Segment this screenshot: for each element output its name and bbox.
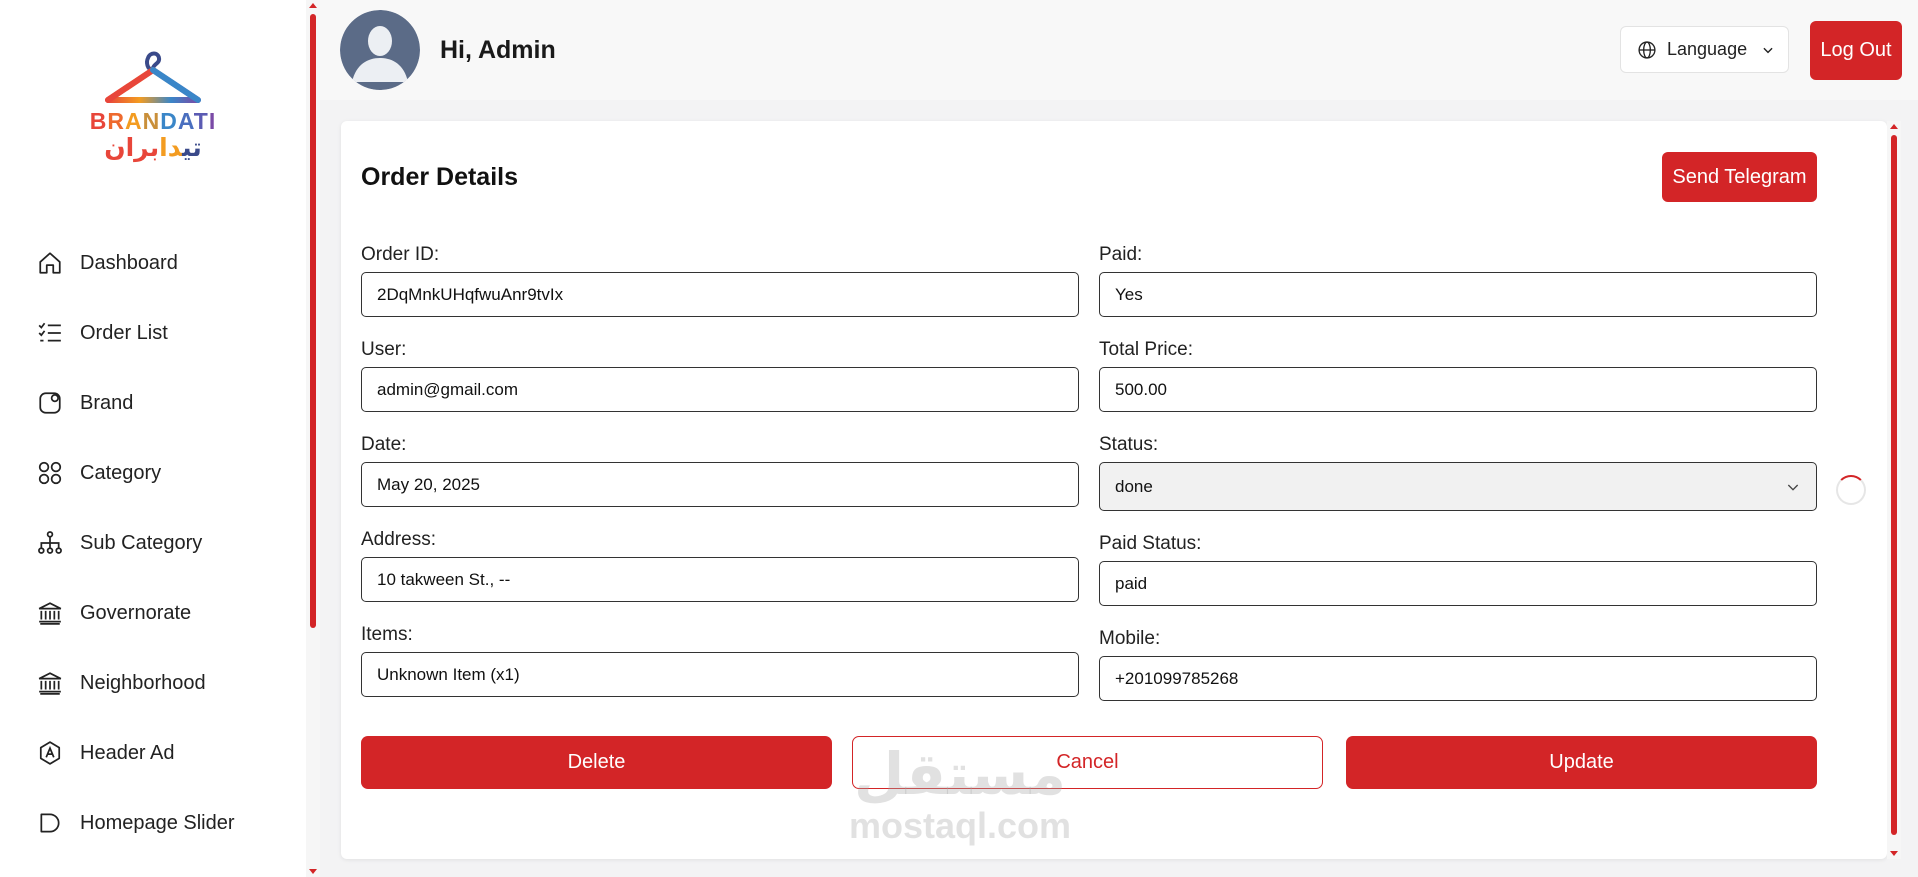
- field-label: User:: [361, 339, 407, 360]
- mobile-input[interactable]: +201099785268: [1099, 656, 1817, 701]
- status-field: Status: done: [1099, 434, 1817, 511]
- grid-icon: [35, 458, 65, 488]
- chevron-down-icon: [1787, 484, 1799, 491]
- sidebar-item-homepage-slider[interactable]: Homepage Slider: [0, 788, 306, 858]
- sidebar-item-dashboard[interactable]: Dashboard: [0, 228, 306, 298]
- paid-field: Paid: Yes: [1099, 244, 1817, 317]
- user-input[interactable]: admin@gmail.com: [361, 367, 1079, 412]
- sidebar-item-governorate[interactable]: Governorate: [0, 578, 306, 648]
- paid-status-input[interactable]: paid: [1099, 561, 1817, 606]
- scroll-up-arrow-icon[interactable]: [309, 3, 317, 8]
- send-telegram-button[interactable]: Send Telegram: [1662, 152, 1817, 202]
- user-avatar-icon: [340, 10, 420, 90]
- brand-name-ar: تيدابران: [104, 133, 202, 162]
- paid-input[interactable]: Yes: [1099, 272, 1817, 317]
- field-label: Date:: [361, 434, 407, 455]
- sidebar-item-header-ad[interactable]: Header Ad: [0, 718, 306, 788]
- field-label: Paid:: [1099, 244, 1143, 265]
- status-select[interactable]: done: [1099, 462, 1817, 511]
- field-label: Paid Status:: [1099, 533, 1202, 554]
- sidebar-item-label: Dashboard: [80, 251, 178, 274]
- sidebar-item-label: Header Ad: [80, 741, 175, 764]
- sidebar-item-neighborhood[interactable]: Neighborhood: [0, 648, 306, 718]
- field-label: Items:: [361, 624, 413, 645]
- sidebar-scrollbar-thumb[interactable]: [310, 14, 316, 628]
- total-price-field: Total Price: 500.00: [1099, 339, 1817, 412]
- hanger-icon: [105, 51, 201, 103]
- scroll-down-arrow-icon[interactable]: [1890, 851, 1898, 856]
- globe-icon: [1638, 40, 1656, 59]
- content-scrollbar[interactable]: [1887, 121, 1901, 859]
- paid-status-field: Paid Status: paid: [1099, 533, 1817, 606]
- order-id-field: Order ID: 2DqMnkUHqfwuAnr9tvIx: [361, 244, 1079, 317]
- update-button[interactable]: Update: [1346, 736, 1817, 789]
- chevron-down-icon: [1763, 47, 1773, 53]
- sidebar: BRANDATI تيدابران Dashboard Order List B…: [0, 0, 306, 877]
- sidebar-item-label: Order List: [80, 321, 168, 344]
- mobile-field: Mobile: +201099785268: [1099, 628, 1817, 701]
- items-input[interactable]: Unknown Item (x1): [361, 652, 1079, 697]
- date-input[interactable]: May 20, 2025: [361, 462, 1079, 507]
- sidebar-item-order-list[interactable]: Order List: [0, 298, 306, 368]
- sidebar-item-label: Governorate: [80, 601, 192, 624]
- sidebar-item-sub-category[interactable]: Sub Category: [0, 508, 306, 578]
- items-field: Items: Unknown Item (x1): [361, 624, 1079, 697]
- top-bar: Hi, Admin Language Log Out: [320, 0, 1918, 100]
- sidebar-item-label: Neighborhood: [80, 671, 206, 694]
- content-scrollbar-thumb[interactable]: [1891, 135, 1897, 835]
- language-label: Language: [1667, 39, 1748, 59]
- sidebar-item-brand[interactable]: Brand: [0, 368, 306, 438]
- field-label: Address:: [361, 529, 436, 550]
- brand-logo[interactable]: BRANDATI تيدابران: [86, 44, 220, 178]
- scroll-up-arrow-icon[interactable]: [1890, 124, 1898, 129]
- total-price-input[interactable]: 500.00: [1099, 367, 1817, 412]
- greeting-text: Hi, Admin: [440, 36, 556, 64]
- date-field: Date: May 20, 2025: [361, 434, 1079, 507]
- address-input[interactable]: 10 takween St., --: [361, 557, 1079, 602]
- avatar[interactable]: [340, 10, 420, 90]
- sidebar-item-label: Homepage Slider: [80, 811, 235, 834]
- bank-icon: [35, 598, 65, 628]
- scroll-down-arrow-icon[interactable]: [309, 869, 317, 874]
- field-label: Order ID:: [361, 244, 440, 265]
- list-checks-icon: [35, 318, 65, 348]
- status-select-value: done: [1115, 476, 1153, 496]
- address-field: Address: 10 takween St., --: [361, 529, 1079, 602]
- sidebar-scrollbar[interactable]: [306, 0, 320, 877]
- sidebar-item-label: Sub Category: [80, 531, 203, 554]
- loading-spinner-icon: [1836, 475, 1866, 505]
- sidebar-item-category[interactable]: Category: [0, 438, 306, 508]
- ad-badge-icon: [35, 738, 65, 768]
- field-label: Total Price:: [1099, 339, 1193, 360]
- brand-name-en: BRANDATI: [89, 108, 217, 134]
- sidebar-nav: Dashboard Order List Brand Category Sub …: [0, 228, 306, 858]
- field-label: Status:: [1099, 434, 1159, 455]
- delete-button[interactable]: Delete: [361, 736, 832, 789]
- slider-icon: [35, 808, 65, 838]
- home-icon: [35, 248, 65, 278]
- field-label: Mobile:: [1099, 628, 1161, 649]
- cancel-button[interactable]: Cancel: [852, 736, 1323, 789]
- brand-icon: [35, 388, 65, 418]
- bank-icon: [35, 668, 65, 698]
- page-title: Order Details: [361, 163, 519, 191]
- order-id-input[interactable]: 2DqMnkUHqfwuAnr9tvIx: [361, 272, 1079, 317]
- user-field: User: admin@gmail.com: [361, 339, 1079, 412]
- sidebar-item-label: Category: [80, 461, 162, 484]
- language-dropdown[interactable]: Language: [1620, 26, 1789, 73]
- hierarchy-icon: [35, 528, 65, 558]
- logout-button[interactable]: Log Out: [1810, 21, 1902, 80]
- sidebar-item-label: Brand: [80, 391, 134, 414]
- order-details-card: Order Details Send Telegram Order ID: 2D…: [341, 121, 1887, 859]
